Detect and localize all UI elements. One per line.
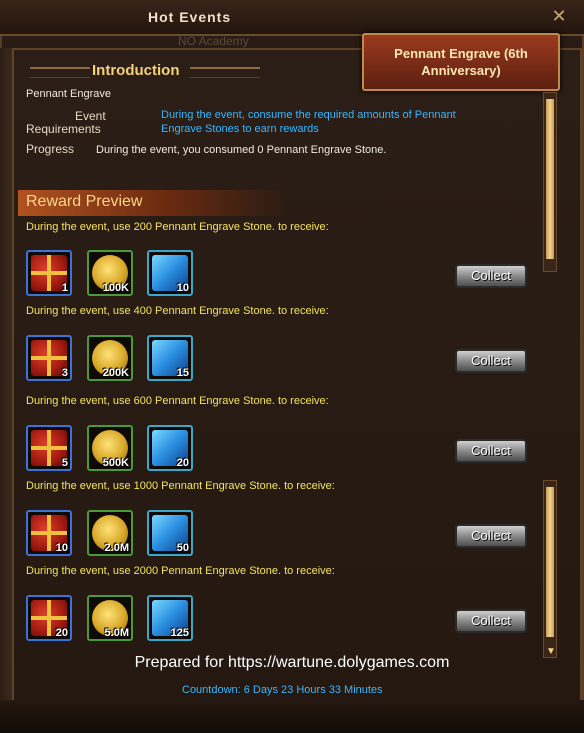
tab-label: Pennant Engrave (6th Anniversary)	[394, 46, 528, 78]
heading-ornament-left	[30, 67, 90, 78]
crystal-icon[interactable]: 125	[147, 595, 193, 641]
gift-box-icon[interactable]: 10	[26, 510, 72, 556]
gift-box-icon[interactable]: 5	[26, 425, 72, 471]
collect-button[interactable]: Collect	[455, 524, 527, 548]
gift-box-icon[interactable]: 3	[26, 335, 72, 381]
intro-scrollbar[interactable]	[543, 92, 557, 272]
collect-button[interactable]: Collect	[455, 264, 527, 288]
collect-button[interactable]: Collect	[455, 439, 527, 463]
window-subtitle: NO Academy	[178, 34, 249, 48]
tier-label: During the event, use 2000 Pennant Engra…	[26, 565, 335, 577]
title-bar: Hot Events ✕	[0, 0, 584, 36]
close-icon[interactable]: ✕	[546, 4, 572, 28]
reward-preview-banner: Reward Preview	[18, 190, 288, 216]
intro-scrollbar-thumb[interactable]	[546, 99, 554, 259]
requirements-label-line2: Requirements	[26, 122, 101, 136]
tier-label: During the event, use 200 Pennant Engrav…	[26, 221, 329, 233]
crystal-icon[interactable]: 50	[147, 510, 193, 556]
requirements-label-line1: Event	[75, 109, 106, 123]
introduction-heading: Introduction	[92, 62, 180, 79]
countdown-text: Countdown: 6 Days 23 Hours 33 Minutes	[182, 684, 383, 696]
gold-coin-icon[interactable]: 200K	[87, 335, 133, 381]
progress-label: Progress	[26, 142, 75, 156]
requirements-text: During the event, consume the required a…	[161, 109, 456, 135]
event-name: Pennant Engrave	[26, 88, 112, 100]
tier-label: During the event, use 1000 Pennant Engra…	[26, 480, 335, 492]
watermark-text: Prepared for https://wartune.dolygames.c…	[134, 654, 450, 671]
collect-button[interactable]: Collect	[455, 349, 527, 373]
footer-strip	[0, 700, 584, 733]
tier-label: During the event, use 400 Pennant Engrav…	[26, 305, 329, 317]
reward-preview-heading: Reward Preview	[26, 193, 143, 210]
rewards-scrollbar-thumb[interactable]	[546, 487, 554, 637]
gold-coin-icon[interactable]: 5.0M	[87, 595, 133, 641]
progress-text: During the event, you consumed 0 Pennant…	[96, 144, 387, 156]
gift-box-icon[interactable]: 1	[26, 250, 72, 296]
gift-box-icon[interactable]: 20	[26, 595, 72, 641]
gold-coin-icon[interactable]: 500K	[87, 425, 133, 471]
crystal-icon[interactable]: 15	[147, 335, 193, 381]
gold-coin-icon[interactable]: 100K	[87, 250, 133, 296]
crystal-icon[interactable]: 20	[147, 425, 193, 471]
gold-coin-icon[interactable]: 2.0M	[87, 510, 133, 556]
heading-ornament-right	[190, 67, 260, 78]
collect-button[interactable]: Collect	[455, 609, 527, 633]
tier-label: During the event, use 600 Pennant Engrav…	[26, 395, 329, 407]
rewards-scrollbar[interactable]: ▼	[543, 480, 557, 658]
window-title: Hot Events	[148, 9, 232, 25]
tab-pennant-engrave[interactable]: Pennant Engrave (6th Anniversary)	[362, 33, 560, 91]
crystal-icon[interactable]: 10	[147, 250, 193, 296]
